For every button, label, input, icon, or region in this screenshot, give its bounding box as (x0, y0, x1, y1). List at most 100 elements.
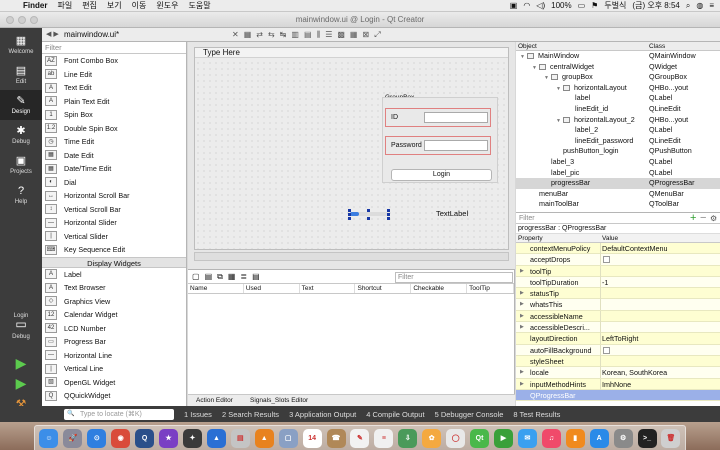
widget-item[interactable]: ▦ Date/Time Edit (42, 162, 186, 176)
object-tree-row[interactable]: menuBar QMenuBar (516, 189, 720, 200)
widget-item[interactable]: AZ Font Combo Box (42, 54, 186, 68)
dock-trash-icon[interactable]: 🗑 (661, 428, 681, 448)
resize-handle-r[interactable] (387, 213, 390, 216)
dock-messages-icon[interactable]: ✉ (517, 428, 537, 448)
property-row[interactable]: ▶ locale Korean, SouthKorea (516, 367, 720, 379)
object-tree-row[interactable]: ▼ horizontalLayout QHBo...yout (516, 83, 720, 94)
dock-imovie-icon[interactable]: ★ (159, 428, 179, 448)
id-line-edit[interactable] (424, 112, 488, 123)
col-value[interactable]: Value (602, 234, 618, 242)
widget-item[interactable]: ▭ Progress Bar (42, 335, 186, 349)
dock-calendar-icon[interactable]: 14 (302, 428, 322, 448)
list-view-icon[interactable]: ≣ (240, 272, 247, 281)
mode-projects[interactable]: ▣ Projects (0, 150, 42, 180)
property-value[interactable]: ImhNone (602, 379, 631, 390)
edit-tab-order-icon[interactable]: ↹ (280, 30, 287, 40)
debug-run-button[interactable]: ▶ (13, 375, 29, 391)
groupbox[interactable]: ID Password Login (382, 97, 498, 183)
input-source[interactable]: 두벌식 (604, 0, 626, 11)
resize-handle-br[interactable] (387, 217, 390, 220)
resize-handle-tl[interactable] (348, 209, 351, 212)
property-row[interactable]: ▶ inputMethodHints ImhNone (516, 378, 720, 390)
object-tree-row[interactable]: label_pic QLabel (516, 168, 720, 179)
property-row[interactable]: ▶ whatsThis (516, 299, 720, 311)
layout-split-h-icon[interactable]: ⫼ (317, 30, 321, 40)
dock-safari-icon[interactable]: ⊙ (87, 428, 107, 448)
object-tree-row[interactable]: label QLabel (516, 93, 720, 104)
widget-item[interactable]: — Horizontal Line (42, 349, 186, 363)
dock-launchpad-icon[interactable]: 🚀 (63, 428, 83, 448)
locator-input[interactable]: Type to locate (⌘K) (64, 408, 174, 420)
object-tree-row[interactable]: ▼ horizontalLayout_2 QHBo...yout (516, 115, 720, 126)
property-filter-input[interactable]: Filter (516, 215, 690, 222)
widget-item[interactable]: ▦ Date Edit (42, 149, 186, 163)
dock-downloads-icon[interactable]: ⇩ (398, 428, 418, 448)
wifi-icon[interactable]: ◠ (523, 1, 530, 10)
dock-music-icon[interactable]: ♫ (541, 428, 561, 448)
battery-icon[interactable]: ▭ (578, 1, 586, 10)
object-tree-row[interactable]: ▼ centralWidget QWidget (516, 62, 720, 73)
property-section-header[interactable]: QProgressBar (516, 389, 720, 402)
dock-app-store-icon[interactable]: A (589, 428, 609, 448)
progress-bar-widget[interactable] (348, 209, 390, 220)
mainwindow-form[interactable]: Type Here GroupBox ID Password Login (194, 47, 509, 250)
object-tree-row[interactable]: label_3 QLabel (516, 157, 720, 168)
break-layout-icon[interactable]: ⊠ (362, 30, 369, 40)
col-class[interactable]: Class (649, 42, 665, 50)
edit-widgets-icon[interactable]: ▦ (244, 30, 252, 40)
dock-messages-b-icon[interactable]: ◯ (446, 428, 466, 448)
notification-center-icon[interactable]: ≡ (709, 1, 714, 10)
widget-item[interactable]: ⌨ Key Sequence Edit (42, 243, 186, 257)
tab-test-results[interactable]: 8 Test Results (513, 410, 560, 419)
resize-handle-tr[interactable] (387, 209, 390, 212)
dock-facetime-icon[interactable]: ▶ (493, 428, 513, 448)
dock-vlc-icon[interactable]: ▲ (254, 428, 274, 448)
property-checkbox[interactable] (603, 346, 610, 354)
resize-handle-b[interactable] (367, 217, 370, 220)
widget-item[interactable]: ◷ Time Edit (42, 135, 186, 149)
menu-window[interactable]: 윈도우 (151, 0, 183, 11)
flag-icon[interactable]: ⚑ (591, 1, 598, 10)
property-row[interactable]: acceptDrops (516, 254, 720, 266)
property-expand-icon[interactable]: ▶ (520, 379, 524, 390)
zoom-window-button[interactable] (30, 16, 38, 24)
login-button[interactable]: Login (391, 169, 492, 181)
widget-item[interactable]: ab Line Edit (42, 68, 186, 82)
property-row[interactable]: autoFillBackground (516, 344, 720, 356)
siri-icon[interactable]: ◍ (696, 1, 703, 10)
tab-search-results[interactable]: 2 Search Results (222, 410, 279, 419)
dock-keynote-icon[interactable]: ▲ (206, 428, 226, 448)
object-tree-row[interactable]: ▼ groupBox QGroupBox (516, 72, 720, 83)
property-value[interactable]: LeftToRight (602, 333, 638, 344)
dock-kakao-icon[interactable]: Qt (470, 428, 490, 448)
layout-form-icon[interactable]: ▩ (337, 30, 345, 40)
col-text[interactable]: Text (300, 284, 356, 293)
dock-reminders-icon[interactable]: ≡ (374, 428, 394, 448)
menu-view[interactable]: 보기 (102, 0, 127, 11)
new-action-icon[interactable]: ▢ (192, 272, 200, 281)
property-value[interactable]: DefaultContextMenu (602, 243, 668, 254)
dock-notes-icon[interactable]: ✎ (350, 428, 370, 448)
property-row[interactable]: layoutDirection LeftToRight (516, 333, 720, 345)
widget-item[interactable]: ↔ Horizontal Scroll Bar (42, 189, 186, 203)
app-menu[interactable]: Finder (18, 1, 52, 10)
mode-help[interactable]: ? Help (0, 180, 42, 210)
property-row[interactable]: ▶ toolTip (516, 265, 720, 277)
dock-chrome-icon[interactable]: ◉ (111, 428, 131, 448)
configure-wrench-icon[interactable]: ⚙ (710, 214, 720, 223)
object-tree-row[interactable]: ▼ MainWindow QMainWindow (516, 51, 720, 62)
copy-action-icon[interactable]: ⧉ (217, 272, 223, 282)
col-shortcut[interactable]: Shortcut (355, 284, 412, 293)
type-here-placeholder[interactable]: Type Here (203, 48, 240, 57)
edit-signals-icon[interactable]: ⇄ (256, 30, 263, 40)
property-row[interactable]: contextMenuPolicy DefaultContextMenu (516, 243, 720, 255)
tab-compile-output[interactable]: 4 Compile Output (366, 410, 424, 419)
property-expand-icon[interactable]: ▶ (520, 311, 524, 322)
widget-item[interactable]: ◇ Graphics View (42, 295, 186, 309)
widget-item[interactable]: Q QQuickWidget (42, 389, 186, 403)
widget-item[interactable]: ↕ Vertical Scroll Bar (42, 203, 186, 217)
col-object[interactable]: Object (516, 42, 649, 50)
property-row[interactable]: toolTipDuration -1 (516, 276, 720, 289)
property-expand-icon[interactable]: ▶ (520, 288, 524, 299)
property-row[interactable]: ▶ accessibleDescri... (516, 322, 720, 334)
